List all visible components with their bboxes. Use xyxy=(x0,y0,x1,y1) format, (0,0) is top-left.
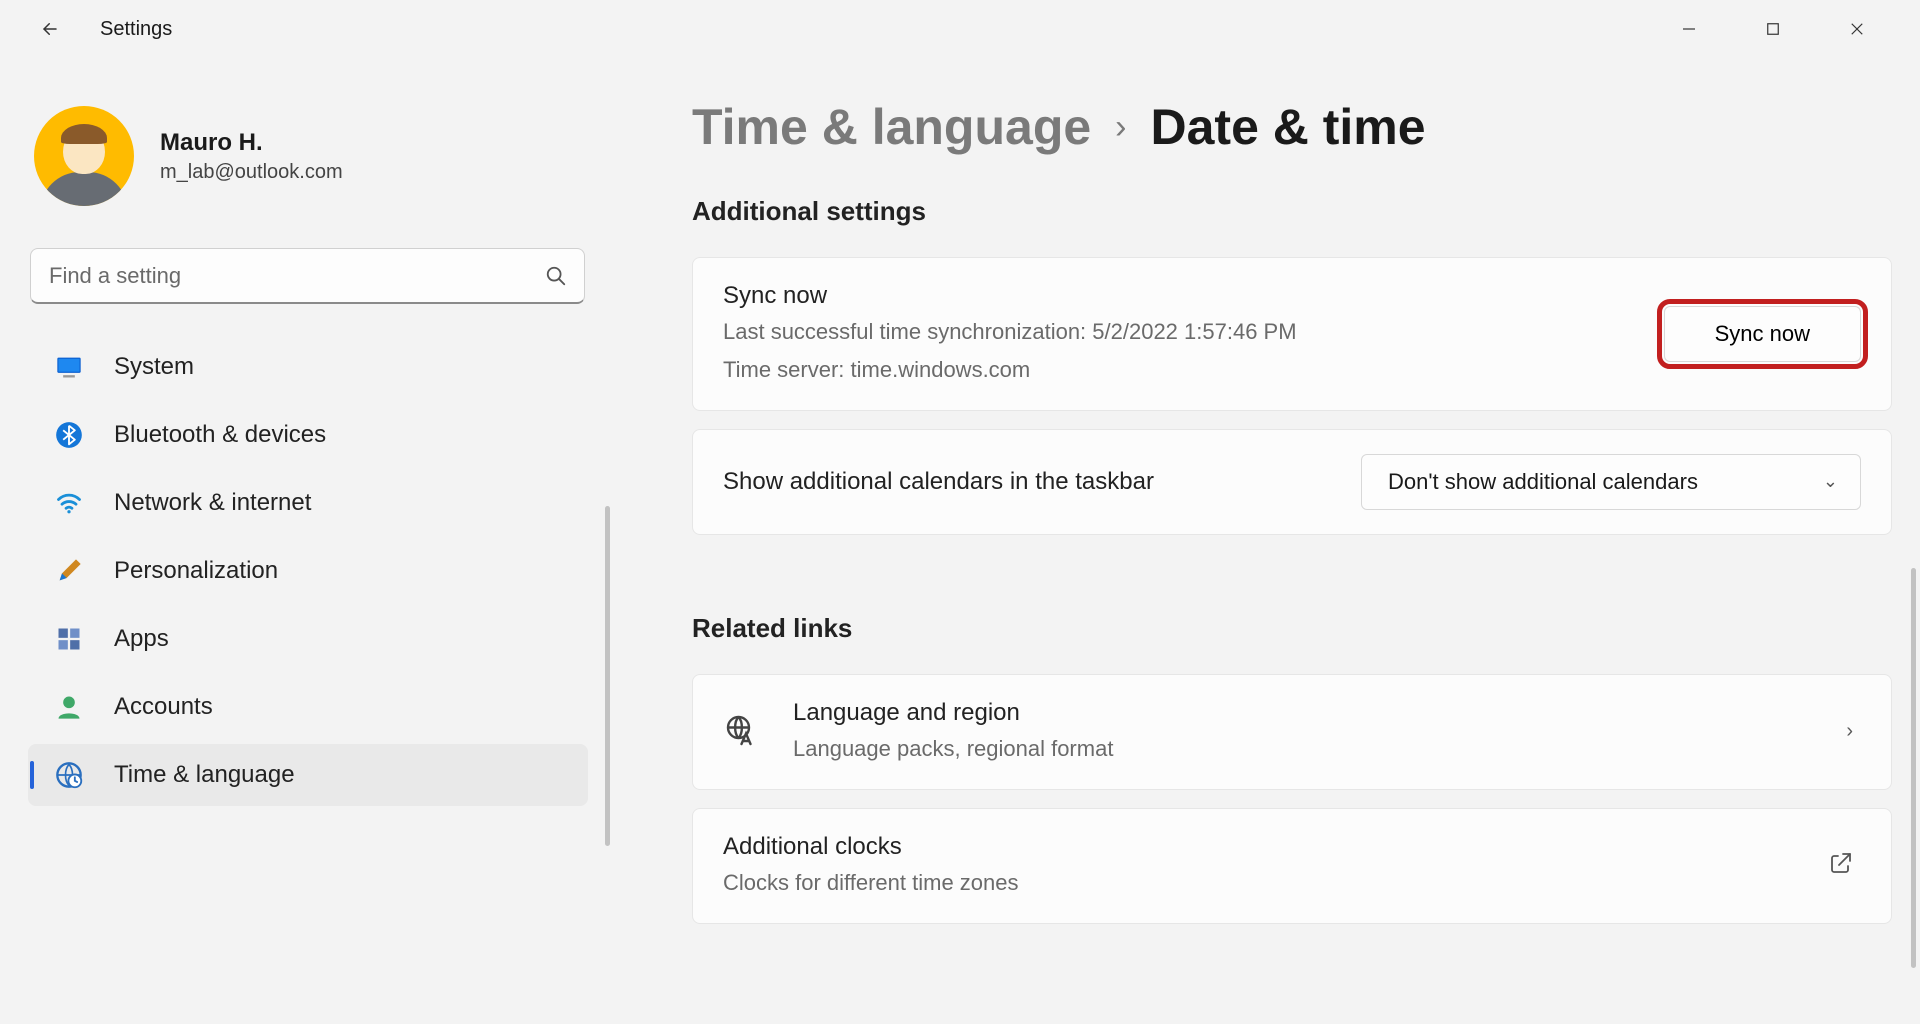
language-region-icon xyxy=(723,712,763,752)
user-profile[interactable]: Mauro H. m_lab@outlook.com xyxy=(28,106,608,248)
avatar xyxy=(34,106,134,206)
sidebar-item-label: Network & internet xyxy=(114,489,311,517)
sidebar-item-label: Time & language xyxy=(114,761,295,789)
minimize-icon xyxy=(1680,20,1698,38)
user-name: Mauro H. xyxy=(160,129,343,157)
maximize-button[interactable] xyxy=(1750,13,1796,45)
title-bar: Settings xyxy=(0,0,1920,58)
minimize-button[interactable] xyxy=(1666,13,1712,45)
section-related-links: Related links xyxy=(692,613,1892,644)
wifi-icon xyxy=(54,488,84,518)
sidebar: Mauro H. m_lab@outlook.com System Blue xyxy=(28,58,608,1024)
maximize-icon xyxy=(1764,20,1782,38)
account-icon xyxy=(54,692,84,722)
user-email: m_lab@outlook.com xyxy=(160,161,343,184)
calendars-value: Don't show additional calendars xyxy=(1388,469,1698,495)
sidebar-item-network[interactable]: Network & internet xyxy=(28,472,588,534)
sidebar-item-label: Accounts xyxy=(114,693,213,721)
sync-card: Sync now Last successful time synchroniz… xyxy=(692,257,1892,411)
search-icon xyxy=(545,265,567,287)
language-region-link[interactable]: Language and region Language packs, regi… xyxy=(692,674,1892,790)
breadcrumb-current: Date & time xyxy=(1151,98,1426,156)
breadcrumb: Time & language › Date & time xyxy=(692,98,1892,156)
breadcrumb-parent[interactable]: Time & language xyxy=(692,98,1091,156)
open-external-icon xyxy=(1829,851,1861,880)
sidebar-item-bluetooth[interactable]: Bluetooth & devices xyxy=(28,404,588,466)
clock-globe-icon xyxy=(54,760,84,790)
sidebar-item-label: System xyxy=(114,353,194,381)
bluetooth-icon xyxy=(54,420,84,450)
sidebar-item-accounts[interactable]: Accounts xyxy=(28,676,588,738)
language-region-title: Language and region xyxy=(793,699,1816,727)
sidebar-item-label: Apps xyxy=(114,625,169,653)
additional-clocks-link[interactable]: Additional clocks Clocks for different t… xyxy=(692,808,1892,924)
sync-last: Last successful time synchronization: 5/… xyxy=(723,316,1634,348)
system-icon xyxy=(54,352,84,382)
language-region-sub: Language packs, regional format xyxy=(793,733,1816,765)
close-icon xyxy=(1848,20,1866,38)
search-input[interactable] xyxy=(30,248,585,304)
nav-list: System Bluetooth & devices Network & int… xyxy=(28,336,608,812)
sidebar-item-system[interactable]: System xyxy=(28,336,588,398)
additional-clocks-title: Additional clocks xyxy=(723,833,1799,861)
chevron-down-icon: ⌄ xyxy=(1823,471,1838,492)
apps-icon xyxy=(54,624,84,654)
search-box[interactable] xyxy=(30,248,585,304)
sync-now-button[interactable]: Sync now xyxy=(1664,306,1861,362)
sidebar-item-apps[interactable]: Apps xyxy=(28,608,588,670)
calendars-dropdown[interactable]: Don't show additional calendars ⌄ xyxy=(1361,454,1861,510)
calendars-label: Show additional calendars in the taskbar xyxy=(723,468,1331,496)
chevron-right-icon: › xyxy=(1846,720,1861,743)
sidebar-item-label: Personalization xyxy=(114,557,278,585)
sync-title: Sync now xyxy=(723,282,1634,310)
sidebar-item-personalization[interactable]: Personalization xyxy=(28,540,588,602)
window-controls xyxy=(1666,13,1910,45)
calendars-card: Show additional calendars in the taskbar… xyxy=(692,429,1892,535)
chevron-right-icon: › xyxy=(1115,108,1126,147)
content-area: Time & language › Date & time Additional… xyxy=(608,58,1920,1024)
additional-clocks-sub: Clocks for different time zones xyxy=(723,867,1799,899)
close-button[interactable] xyxy=(1834,13,1880,45)
paintbrush-icon xyxy=(54,556,84,586)
sidebar-item-time-language[interactable]: Time & language xyxy=(28,744,588,806)
section-additional-settings: Additional settings xyxy=(692,196,1892,227)
arrow-left-icon xyxy=(41,20,59,38)
content-scrollbar[interactable] xyxy=(1911,568,1916,968)
sync-server: Time server: time.windows.com xyxy=(723,354,1634,386)
app-title: Settings xyxy=(100,18,172,41)
back-button[interactable] xyxy=(30,9,70,49)
sidebar-item-label: Bluetooth & devices xyxy=(114,421,326,449)
